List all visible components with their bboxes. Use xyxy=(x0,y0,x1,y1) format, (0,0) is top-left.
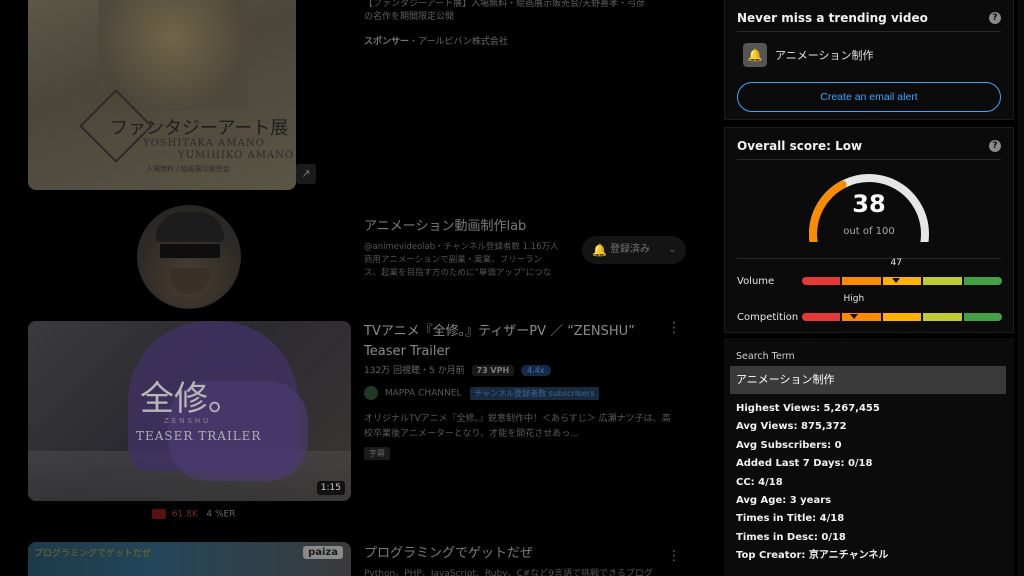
vph-badge: 73 VPH xyxy=(471,365,515,376)
competition-value: High xyxy=(843,294,865,304)
volume-label: Volume xyxy=(737,276,775,287)
video-feed: ファンタジーアート展 YOSHITAKA AMANO YUMIHIKO AMAN… xyxy=(0,0,700,576)
help-icon[interactable]: ? xyxy=(989,12,1001,24)
overall-score-title: Overall score: Low xyxy=(737,139,863,153)
competition-marker xyxy=(850,314,858,319)
video-title[interactable]: TVアニメ『全修。』ティザーPV ／ “ZENSHU” Teaser Trail… xyxy=(364,322,664,362)
search-stat-item: CC: 4/18 xyxy=(736,476,783,488)
video-duration: 1:15 xyxy=(316,481,345,495)
multiplier-badge: 4.4x xyxy=(521,365,551,376)
external-link-icon[interactable]: ↗ xyxy=(296,164,316,184)
video-extra-stats: 61.8K 4 %ER xyxy=(152,509,236,520)
thumbnail-sub-3: 入場無料 / 絵画展示販売会 xyxy=(146,165,230,173)
trending-title: Never miss a trending video xyxy=(737,11,928,25)
video-channel[interactable]: MAPPA CHANNEL チャンネル登録者数 subscribers xyxy=(364,386,599,400)
score-out-of: out of 100 xyxy=(843,226,895,237)
alert-term: アニメーション制作 xyxy=(775,49,874,62)
bar-segment xyxy=(923,313,962,321)
volume-value: 47 xyxy=(890,258,902,268)
ad-sponsor: スポンサー・アールビバン株式会社 xyxy=(364,37,508,47)
bar-segment xyxy=(802,313,841,321)
more-options-icon[interactable]: ⋮ xyxy=(667,320,681,336)
caption-badge: 字幕 xyxy=(364,447,390,460)
search-term-panel: Search Term アニメーション制作 Highest Views: 5,2… xyxy=(724,338,1014,576)
search-stat-item: Highest Views: 5,267,455 xyxy=(736,403,880,414)
alert-term-row: 🔔 アニメーション制作 xyxy=(743,43,874,67)
channel-name[interactable]: アニメーション動画制作lab xyxy=(364,215,526,234)
search-stat-item: Avg Age: 3 years xyxy=(736,494,832,506)
search-stat-item: Avg Views: 875,372 xyxy=(736,421,847,433)
ad-thumbnail[interactable]: ファンタジーアート展 YOSHITAKA AMANO YUMIHIKO AMAN… xyxy=(28,0,296,190)
trending-alert-panel: Never miss a trending video ? 🔔 アニメーション制… xyxy=(724,0,1014,120)
bar-segment xyxy=(882,277,922,285)
bar-segment xyxy=(923,277,962,285)
score-value: 38 xyxy=(852,190,886,218)
channel-icon xyxy=(364,386,378,400)
search-stats-list: Highest Views: 5,267,455 Avg Views: 875,3… xyxy=(736,400,888,566)
search-stat-item: Avg Subscribers: 0 xyxy=(736,439,842,451)
youtube-icon xyxy=(152,509,166,519)
channel-meta: @animevideolab・チャンネル登録者数 1.16万人 商用アニメーショ… xyxy=(364,242,559,278)
video-thumbnail[interactable]: 全修。 ZENSHU TEASER TRAILER 1:15 xyxy=(28,321,351,501)
search-term-label: Search Term xyxy=(736,351,795,362)
thumbnail-sub-1: YOSHITAKA AMANO xyxy=(143,138,265,149)
thumbnail-sub-2: YUMIHIKO AMANO xyxy=(178,150,295,161)
scrollbar[interactable] xyxy=(1018,0,1024,576)
more-options-icon[interactable]: ⋮ xyxy=(667,548,681,564)
brand-logo: paiza xyxy=(303,546,343,559)
thumbnail-title: ファンタジーアート展 xyxy=(110,118,289,139)
video-stats: 132万 回視聴・5 か月前 73 VPH 4.4x xyxy=(364,363,551,376)
subscriber-tag: チャンネル登録者数 subscribers xyxy=(470,386,599,400)
bell-icon: 🔔 xyxy=(592,243,607,257)
create-email-alert-button[interactable]: Create an email alert xyxy=(737,82,1001,112)
search-stat-item: Times in Title: 4/18 xyxy=(736,513,845,525)
video-description-3: Python、PHP、JavaScript、Ruby、C#など9言語で挑戦できる… xyxy=(364,569,653,576)
search-stat-item: Times in Desc: 0/18 xyxy=(736,531,846,543)
bar-segment xyxy=(963,313,1002,321)
ad-title[interactable]: 【ファンタジーアート展】入場無料・絵画展示販売会/天野喜孝・弓彦 の名作を期間限… xyxy=(364,0,664,24)
search-stat-item: Top Creator: 京アニチャンネル xyxy=(736,550,889,562)
bar-segment xyxy=(842,277,881,285)
channel-avatar[interactable] xyxy=(137,205,241,309)
volume-marker xyxy=(892,278,900,283)
bar-segment xyxy=(802,277,841,285)
competition-label: Competition xyxy=(737,312,799,323)
help-icon[interactable]: ? xyxy=(989,140,1001,152)
volume-bar xyxy=(802,277,1002,285)
bar-segment xyxy=(963,277,1002,285)
search-stat-item: Added Last 7 Days: 0/18 xyxy=(736,458,873,470)
bar-segment xyxy=(842,313,881,321)
bell-icon: 🔔 xyxy=(743,43,767,67)
chevron-down-icon: ⌄ xyxy=(668,245,676,255)
overall-score-panel: Overall score: Low ? 38 out of 100 47 Vo… xyxy=(724,127,1014,333)
competition-bar xyxy=(802,313,1002,321)
video-title-3[interactable]: プログラミングでゲットだぜ xyxy=(364,542,533,561)
video-description: オリジナルTVアニメ『全修。』鋭意制作中！＜あらすじ＞ 広瀬ナツ子は、高 校卒業… xyxy=(364,414,671,439)
thumbnail-logo: 全修。 xyxy=(140,379,242,419)
bar-segment xyxy=(882,313,922,321)
search-term-value[interactable]: アニメーション制作 xyxy=(730,366,1006,394)
video-thumbnail-3[interactable]: プログラミングでゲットだぜ paiza xyxy=(28,542,351,576)
subscribed-button[interactable]: 🔔 登録済み ⌄ xyxy=(582,236,686,264)
